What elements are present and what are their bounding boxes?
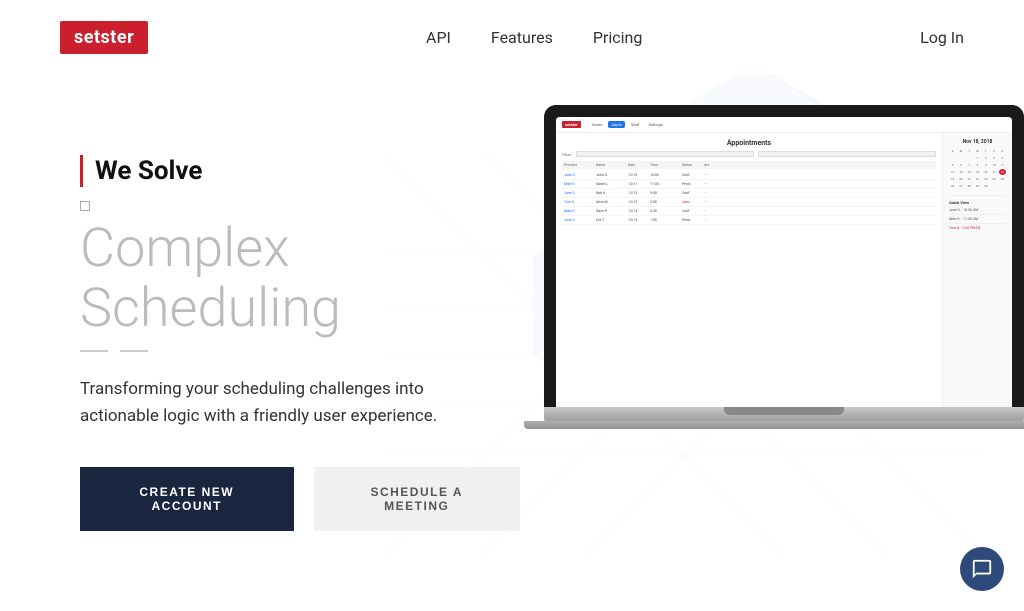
schedule-meeting-button[interactable]: SCHEDULE A MEETING [314, 467, 521, 531]
hero-section: We Solve Complex Scheduling Transforming… [0, 75, 1024, 611]
quick-view: Quick View Jane D. - 10:00 AM Mike R. - … [949, 195, 1006, 230]
divider-line-2 [120, 350, 148, 352]
laptop-mockup: setster Home Appts Staff Settings Ap [544, 105, 1024, 429]
table-row: Jane D. John S. 12/10 10:00 Conf. ··· [562, 171, 936, 180]
main-nav: API Features Pricing [426, 28, 642, 47]
app-calendar-sidebar: Nov 18, 2018 S M T W T F S [942, 133, 1012, 407]
app-th-date: Date [628, 163, 648, 167]
table-row: Tom S. Alice M. 12/13 2:00 Canc. ··· [562, 198, 936, 207]
quick-view-item: Tom S. - 2:00 PM [X] [949, 226, 1006, 230]
login-link[interactable]: Log In [920, 28, 964, 47]
table-row: Jane D. Bob K. 12/12 9:00 Conf. ··· [562, 189, 936, 198]
divider-line-1 [80, 350, 108, 352]
app-panel-title: Appointments [562, 139, 936, 147]
calendar-grid: S M T W T F S 1 [949, 148, 1006, 189]
app-filter-row: Filter: [562, 151, 936, 157]
we-solve-label: We Solve [95, 156, 202, 186]
nav-features[interactable]: Features [491, 28, 553, 47]
app-topbar: setster Home Appts Staff Settings [556, 117, 1012, 133]
app-nav-home: Home [589, 121, 606, 128]
main-headline: Complex Scheduling [80, 219, 520, 338]
small-square-accent [80, 201, 90, 211]
create-account-button[interactable]: CREATE NEW ACCOUNT [80, 467, 294, 531]
laptop-screen: setster Home Appts Staff Settings Ap [556, 117, 1012, 407]
quick-view-item: Jane D. - 10:00 AM [949, 208, 1006, 215]
app-th-name: Name [596, 163, 626, 167]
logo[interactable]: setster [60, 21, 148, 54]
app-nav-staff: Staff [628, 121, 643, 128]
nav-api[interactable]: API [426, 28, 451, 47]
app-content: Appointments Filter: Provider Name [556, 133, 1012, 407]
app-filter-box-1 [576, 151, 754, 157]
app-nav-appts: Appts [608, 121, 624, 128]
logo-text: setster [60, 21, 148, 54]
table-row: Jane D. Eve T. 12/15 1:00 Pend. ··· [562, 216, 936, 225]
app-logo-mini: setster [562, 121, 581, 128]
hero-content: We Solve Complex Scheduling Transforming… [0, 75, 520, 611]
chat-bubble-button[interactable] [960, 547, 1004, 591]
laptop-base [544, 407, 1024, 421]
quick-view-label: Quick View [949, 200, 1006, 205]
calendar-header: Nov 18, 2018 [949, 139, 1006, 145]
app-interface: setster Home Appts Staff Settings Ap [556, 117, 1012, 407]
cta-buttons: CREATE NEW ACCOUNT SCHEDULE A MEETING [80, 467, 520, 531]
app-th-actions: Act [704, 163, 719, 167]
app-filter-label: Filter: [562, 152, 572, 157]
app-th-status: Status [682, 163, 702, 167]
nav-pricing[interactable]: Pricing [593, 28, 643, 47]
app-table-header: Provider Name Date Time Status Act [562, 161, 936, 169]
laptop-stand [524, 421, 1024, 429]
app-th-time: Time [650, 163, 680, 167]
app-th-provider: Provider [564, 163, 594, 167]
we-solve-row: We Solve [80, 155, 520, 187]
app-nav-settings: Settings [646, 121, 667, 128]
quick-view-item: Mike R. - 11:30 AM [949, 217, 1006, 224]
red-accent-bar [80, 155, 83, 187]
hero-description: Transforming your scheduling challenges … [80, 376, 500, 430]
laptop-bezel: setster Home Appts Staff Settings Ap [544, 105, 1024, 407]
app-nav-mini: Home Appts Staff Settings [589, 121, 667, 128]
laptop-notch [724, 407, 844, 415]
app-filter-box-2 [758, 151, 936, 157]
table-row: Mike R. Dave P. 12/14 3:30 Conf. ··· [562, 207, 936, 216]
chat-icon [971, 558, 993, 580]
table-row: Mike R. Sarah L. 12/11 11:30 Pend. ··· [562, 180, 936, 189]
divider-lines [80, 350, 520, 352]
app-main-panel: Appointments Filter: Provider Name [556, 133, 942, 407]
